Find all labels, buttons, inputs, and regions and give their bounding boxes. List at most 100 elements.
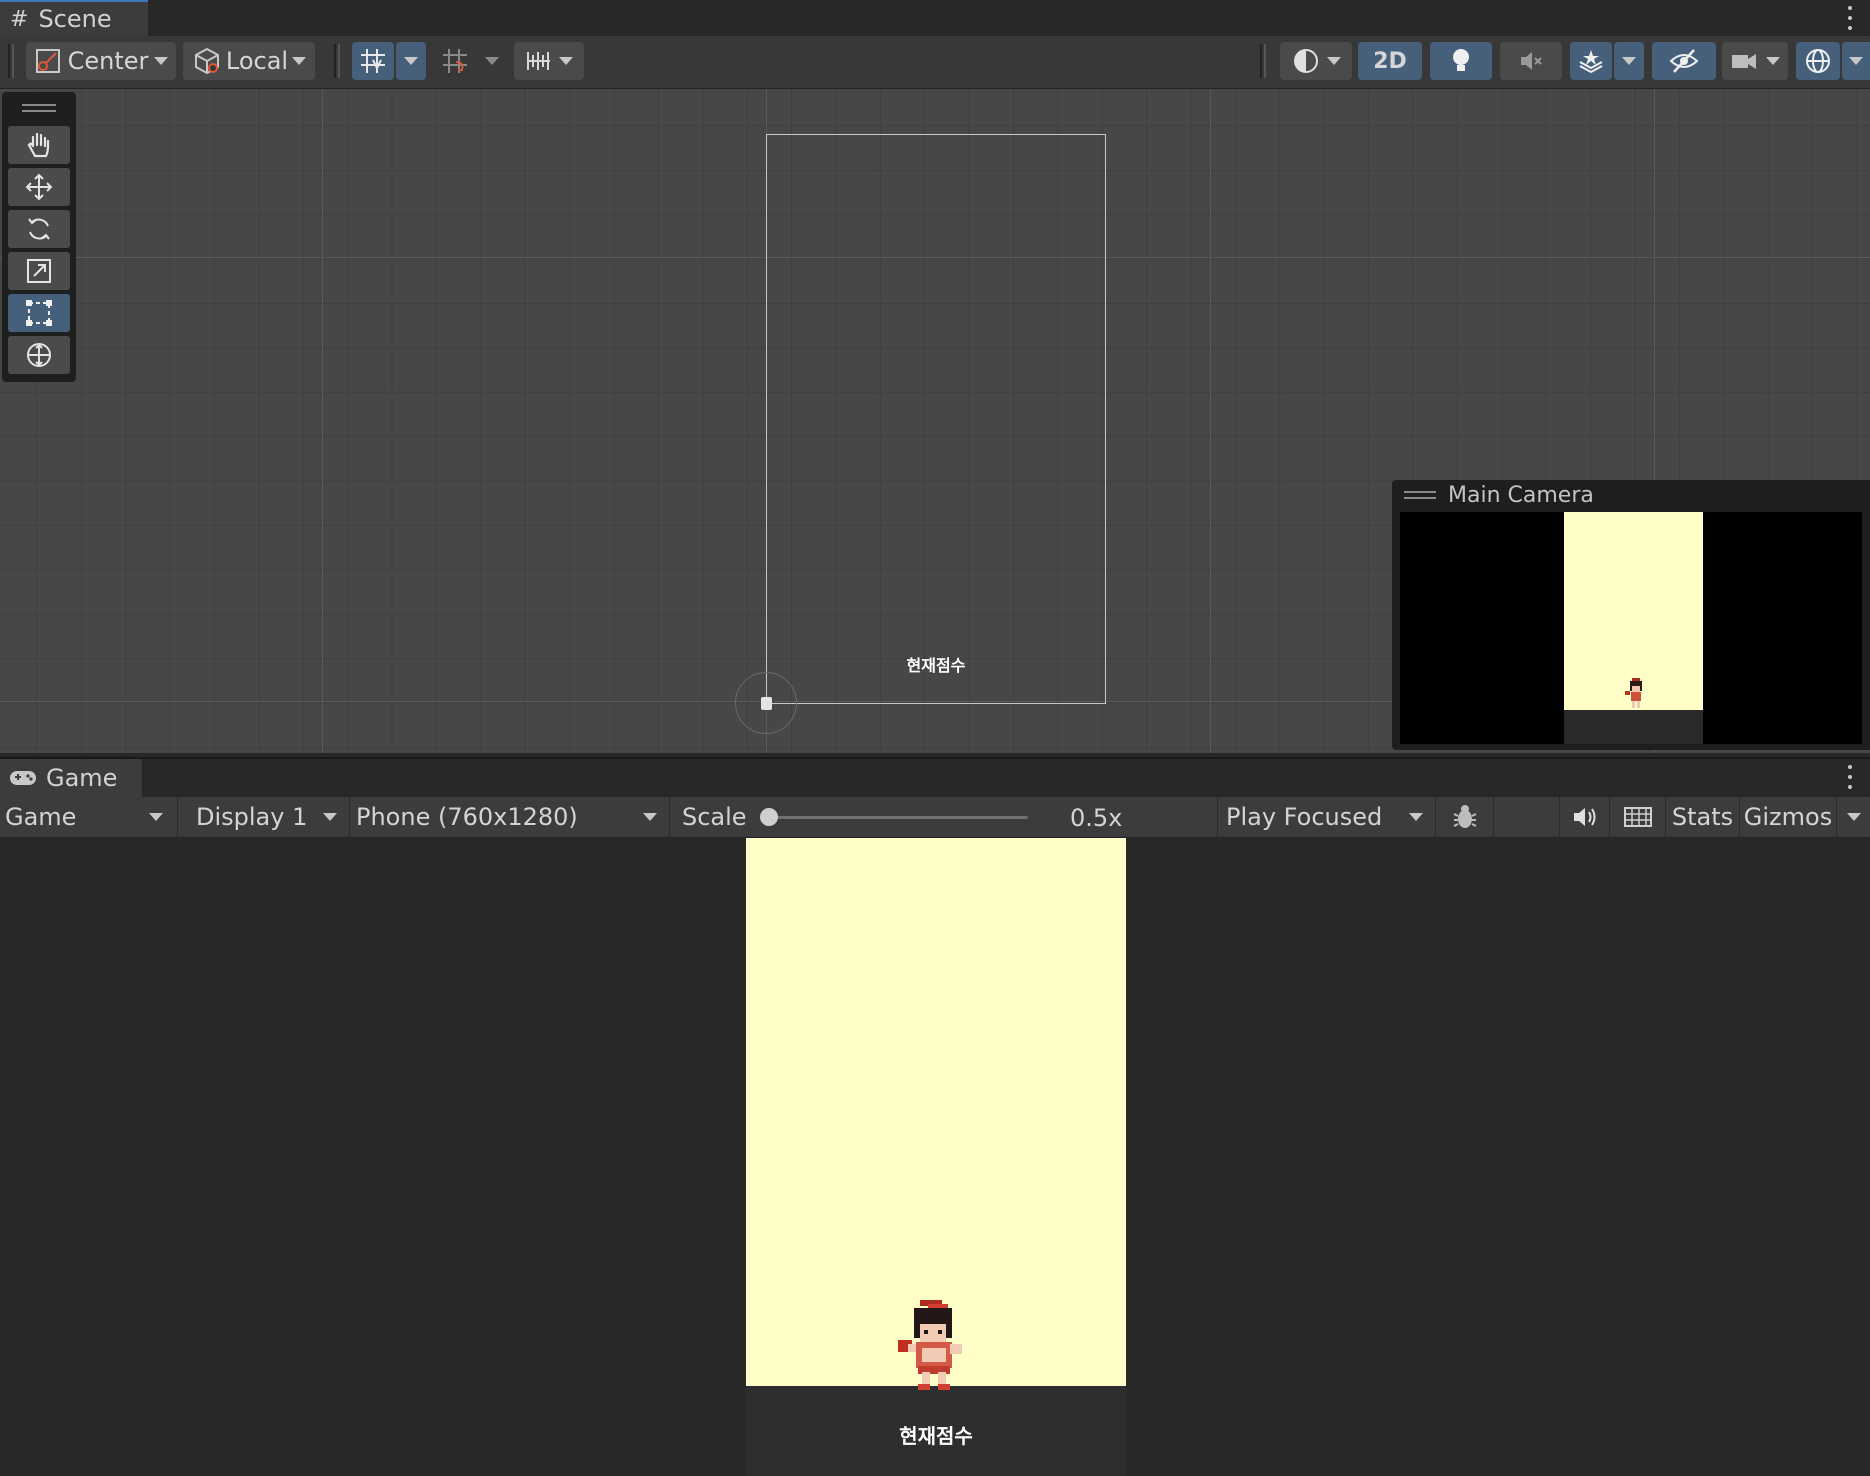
scene-toolbar: Center Local 2D [0, 36, 1870, 89]
grid-snap-toggle[interactable] [352, 42, 394, 80]
camera-preview-title: Main Camera [1448, 482, 1594, 508]
scale-label: Scale [682, 803, 747, 831]
play-mode-select[interactable]: Play Focused [1218, 797, 1436, 837]
rect-tool-button[interactable] [8, 294, 70, 332]
move-tool-button[interactable] [8, 168, 70, 206]
increment-snap-toggle[interactable] [434, 42, 476, 80]
toolbar-grip[interactable] [1260, 44, 1266, 78]
scene-camera-dropdown[interactable] [1722, 42, 1788, 80]
gizmos-toggle[interactable] [1796, 42, 1840, 80]
tab-game[interactable]: Game [0, 759, 142, 797]
scene-menu-icon[interactable] [1847, 6, 1853, 30]
increment-snap-dropdown[interactable] [478, 42, 506, 80]
effects-dropdown[interactable] [1614, 42, 1644, 80]
pivot-rotation-dropdown[interactable]: Local [183, 42, 315, 80]
increment-snap-icon [443, 49, 467, 73]
chevron-down-icon [1849, 57, 1863, 65]
toolbar-grip[interactable] [334, 44, 340, 78]
hidden-eye-icon [1669, 49, 1699, 73]
scale-icon [27, 259, 51, 283]
grid-snap-dropdown[interactable] [396, 42, 426, 80]
game-toolbar: Game Display 1 Phone (760x1280) Scale 0.… [0, 797, 1870, 838]
chevron-down-icon [404, 57, 418, 65]
scale-slider-track[interactable] [764, 816, 1028, 819]
tab-scene[interactable]: # Scene [0, 0, 148, 36]
chevron-down-icon [485, 57, 499, 65]
gizmos-dropdown[interactable] [1842, 42, 1870, 80]
display-select-label: Display 1 [196, 803, 308, 831]
display-select[interactable]: Display 1 [178, 797, 350, 837]
toolbar-spacer [1494, 797, 1560, 837]
grid-major-line [322, 89, 323, 753]
hand-icon [27, 132, 50, 158]
rect-transform-icon [26, 300, 52, 326]
ruler-icon [527, 52, 550, 70]
tab-scene-label: Scene [38, 5, 112, 33]
ruler-snap-dropdown[interactable] [514, 42, 584, 80]
player-character-sprite [898, 1300, 962, 1390]
view-select[interactable]: Game [0, 797, 178, 837]
grid-snap-icon [361, 49, 385, 73]
scale-tool-button[interactable] [8, 252, 70, 290]
play-mode-label: Play Focused [1226, 803, 1383, 831]
overlay-drag-handle[interactable] [22, 104, 56, 106]
resolution-select[interactable]: Phone (760x1280) [350, 797, 670, 837]
toolbar-grip[interactable] [8, 44, 14, 78]
scene-tab-bar: # Scene [0, 0, 1870, 36]
camera-preview-overlay: Main Camera [1392, 480, 1870, 750]
gizmos-game-toggle[interactable]: Gizmos [1740, 797, 1836, 837]
pivot-handle[interactable] [761, 697, 772, 710]
effects-toggle[interactable] [1570, 42, 1612, 80]
transform-icon [27, 343, 51, 367]
stats-toggle[interactable]: Stats [1666, 797, 1740, 837]
draw-mode-dropdown[interactable] [1280, 42, 1352, 80]
camera-preview-header[interactable]: Main Camera [1392, 480, 1870, 510]
resolution-select-label: Phone (760x1280) [356, 803, 578, 831]
bug-icon [1453, 805, 1476, 828]
shaded-sphere-icon [1294, 49, 1318, 73]
scene-visibility-toggle[interactable] [1652, 42, 1716, 80]
pivot-mode-dropdown[interactable]: Center [26, 42, 176, 80]
transform-tool-button[interactable] [8, 336, 70, 374]
view-select-label: Game [5, 803, 77, 831]
speaker-icon [1573, 808, 1595, 826]
mode-2d-toggle[interactable]: 2D [1358, 42, 1422, 80]
chevron-down-icon [149, 813, 163, 821]
gizmos-label: Gizmos [1743, 803, 1833, 831]
gizmos-game-dropdown[interactable] [1836, 797, 1870, 837]
scale-control: Scale 0.5x [670, 797, 1218, 837]
chevron-down-icon [1766, 57, 1780, 65]
gamepad-icon [10, 771, 36, 785]
preview-ground [1564, 710, 1703, 744]
mute-audio-toggle[interactable] [1560, 797, 1610, 837]
chevron-down-icon [643, 813, 657, 821]
pivot-center-icon [35, 49, 60, 73]
layers-icon [1579, 50, 1603, 74]
rotate-tool-button[interactable] [8, 210, 70, 248]
pivot-mode-label: Center [67, 47, 149, 75]
shortcuts-toggle[interactable] [1610, 797, 1666, 837]
tools-overlay [2, 92, 76, 382]
game-tab-bar [0, 757, 1870, 797]
chevron-down-icon [1327, 57, 1341, 65]
scale-slider-thumb[interactable] [760, 808, 778, 826]
audio-toggle[interactable] [1500, 42, 1562, 80]
game-score-label: 현재점수 [899, 1424, 973, 1448]
drag-handle-icon [1404, 491, 1436, 499]
frame-debugger-button[interactable] [1436, 797, 1494, 837]
scale-value: 0.5x [1070, 804, 1123, 832]
chevron-down-icon [559, 57, 573, 65]
lighting-toggle[interactable] [1430, 42, 1492, 80]
overlay-drag-handle[interactable] [22, 110, 56, 112]
game-menu-icon[interactable] [1847, 765, 1853, 789]
keyboard-icon [1623, 807, 1652, 827]
camera-bounds-frame [766, 134, 1106, 704]
lightbulb-icon [1453, 49, 1469, 71]
scene-score-label: 현재점수 [906, 656, 966, 675]
camera-icon [1732, 54, 1756, 69]
chevron-down-icon [1409, 813, 1423, 821]
hand-tool-button[interactable] [8, 126, 70, 164]
mute-icon [1521, 52, 1542, 70]
grid-major-line [1210, 89, 1211, 753]
globe-icon [1806, 49, 1830, 73]
